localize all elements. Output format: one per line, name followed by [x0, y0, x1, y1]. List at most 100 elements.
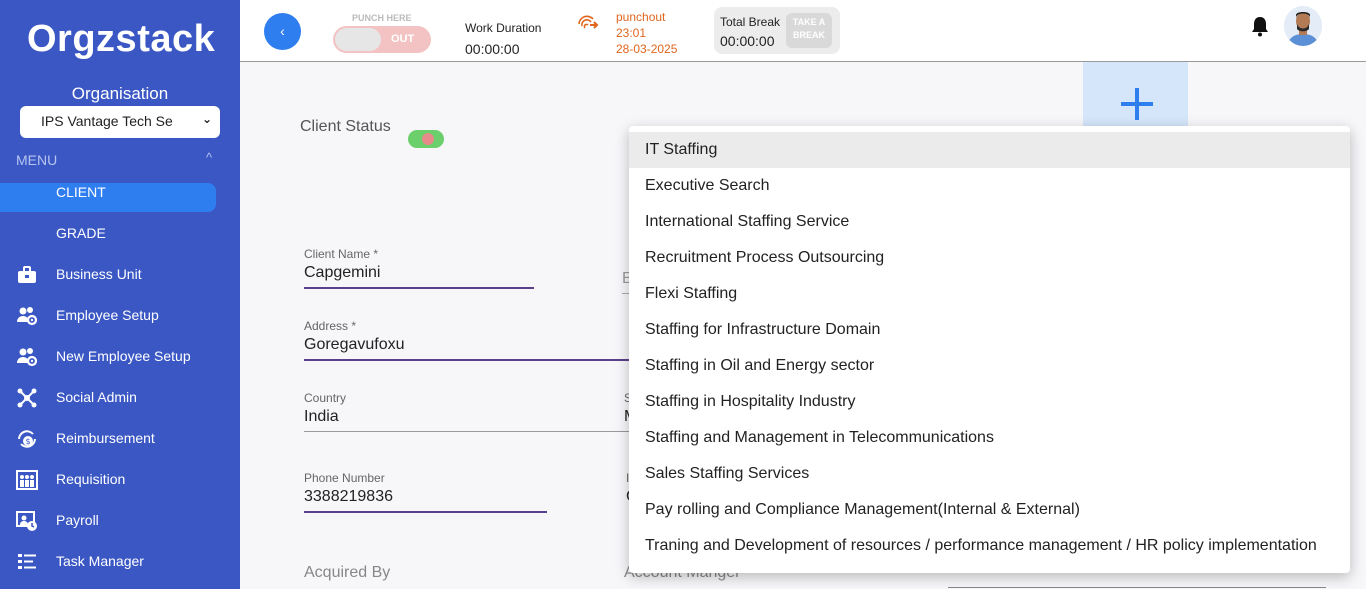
sidebar-item-new-employee-setup[interactable]: New Employee Setup	[0, 342, 216, 371]
sidebar-item-social-admin[interactable]: Social Admin	[0, 383, 216, 412]
organisation-select-value: IPS Vantage Tech Se	[41, 113, 173, 129]
svg-text:$: $	[25, 437, 30, 446]
user-avatar-icon	[1284, 6, 1322, 46]
field-underline	[304, 287, 534, 289]
sidebar-item-label: Reimbursement	[56, 430, 155, 446]
dropdown-option[interactable]: Executive Search	[629, 168, 1350, 204]
dropdown-option[interactable]: Staffing for Infrastructure Domain	[629, 312, 1350, 348]
add-client-button[interactable]	[1083, 62, 1188, 132]
dropdown-option-label: Staffing and Management in Telecommunica…	[645, 429, 994, 446]
client-name-field[interactable]: Client Name * Capgemini	[304, 247, 534, 295]
users-gear-icon	[17, 307, 38, 326]
dropdown-option-label: Recruitment Process Outsourcing	[645, 249, 885, 266]
dropdown-option-label: Staffing in Oil and Energy sector	[645, 357, 875, 374]
menu-section-label: MENU	[16, 152, 58, 168]
sidebar-item-task-manager[interactable]: Task Manager	[0, 547, 216, 576]
task-list-icon	[18, 554, 36, 569]
sidebar-item-label: Business Unit	[56, 266, 142, 282]
sidebar-item-label: Employee Setup	[56, 307, 159, 323]
people-board-icon	[16, 470, 38, 490]
phone-number-label: Phone Number	[304, 471, 385, 485]
work-duration-label: Work Duration	[465, 21, 542, 35]
dropdown-option-label: Sales Staffing Services	[645, 465, 810, 482]
sidebar-item-label: Requisition	[56, 471, 126, 487]
field-underline	[304, 431, 630, 432]
briefcase-icon	[18, 266, 36, 283]
dropdown-option-label: IT Staffing	[645, 141, 718, 158]
sidebar-item-label: Task Manager	[56, 553, 144, 569]
client-status-toggle[interactable]	[408, 130, 444, 148]
plus-icon	[1121, 88, 1153, 120]
avatar[interactable]	[1284, 6, 1322, 46]
chevron-down-icon: ⌄	[201, 112, 212, 126]
users-gear-icon	[17, 348, 38, 367]
sidebar-item-label: New Employee Setup	[56, 348, 191, 364]
punch-toggle-text: OUT	[391, 33, 415, 45]
bell-icon[interactable]	[1250, 15, 1270, 37]
dropdown-option[interactable]: Pay rolling and Compliance Management(In…	[629, 492, 1350, 528]
sidebar: Orgzstack Organisation IPS Vantage Tech …	[0, 0, 240, 589]
take-break-button[interactable]: TAKE A BREAK	[786, 13, 832, 48]
acquired-by-label: Acquired By	[304, 564, 391, 581]
money-cycle-icon: $	[18, 430, 36, 448]
punchout-label: punchout	[616, 10, 666, 24]
address-field[interactable]: Address * Goregavufoxu	[304, 319, 630, 367]
total-break-panel: Total Break 00:00:00 TAKE A BREAK	[714, 7, 840, 54]
punchout-date: 28-03-2025	[616, 42, 678, 56]
sidebar-item-requisition[interactable]: Requisition	[0, 465, 216, 494]
dropdown-option-label: Staffing for Infrastructure Domain	[645, 321, 881, 338]
dropdown-option[interactable]: Staffing in Hospitality Industry	[629, 384, 1350, 420]
fingerprint-icon	[578, 15, 599, 29]
total-break-value: 00:00:00	[720, 33, 775, 49]
country-label: Country	[304, 391, 347, 405]
punchout-time: 23:01	[616, 26, 647, 40]
network-icon	[17, 388, 37, 408]
client-type-dropdown-menu: IT Staffing Executive Search Internation…	[629, 126, 1350, 573]
dropdown-option-label: Staffing in Hospitality Industry	[645, 393, 856, 410]
app-logo: Orgzstack	[27, 18, 216, 60]
client-name-label: Client Name *	[304, 247, 379, 261]
organisation-select[interactable]: IPS Vantage Tech Se ⌄	[20, 106, 220, 138]
dropdown-option[interactable]: Staffing in Oil and Energy sector	[629, 348, 1350, 384]
sidebar-item-label: CLIENT	[56, 184, 106, 200]
dropdown-option-label: International Staffing Service	[645, 213, 850, 230]
dropdown-option[interactable]: IT Staffing	[629, 132, 1350, 168]
chevron-up-icon[interactable]: ^	[206, 150, 212, 165]
phone-number-value: 3388219836	[304, 488, 393, 505]
client-name-value: Capgemini	[304, 264, 381, 281]
phone-number-field[interactable]: Phone Number 3388219836	[304, 471, 547, 519]
sidebar-item-employee-setup[interactable]: Employee Setup	[0, 301, 216, 330]
sidebar-item-business-unit[interactable]: Business Unit	[0, 260, 216, 289]
dropdown-option[interactable]: Sales Staffing Services	[629, 456, 1350, 492]
dropdown-option[interactable]: International Staffing Service	[629, 204, 1350, 240]
dropdown-option-label: Executive Search	[645, 177, 770, 194]
dropdown-option-label: Flexi Staffing	[645, 285, 738, 302]
field-underline	[304, 359, 630, 361]
sidebar-item-reimbursement[interactable]: $ Reimbursement	[0, 424, 216, 453]
punch-toggle[interactable]: OUT	[333, 26, 431, 53]
acquired-by-field[interactable]: Acquired By	[304, 564, 504, 589]
sidebar-item-label: Payroll	[56, 512, 99, 528]
country-value: India	[304, 408, 339, 425]
sidebar-item-label: GRADE	[56, 225, 106, 241]
client-status-label: Client Status	[300, 118, 391, 135]
sidebar-item-client[interactable]: CLIENT	[0, 183, 216, 212]
dropdown-option[interactable]: Recruitment Process Outsourcing	[629, 240, 1350, 276]
dropdown-option-label: Pay rolling and Compliance Management(In…	[645, 501, 1080, 518]
work-duration-value: 00:00:00	[465, 41, 520, 57]
field-underline	[948, 587, 1326, 588]
collapse-sidebar-button[interactable]: ‹	[264, 13, 301, 50]
address-label: Address *	[304, 319, 357, 333]
dropdown-option[interactable]: Staffing and Management in Telecommunica…	[629, 420, 1350, 456]
field-underline	[304, 511, 547, 513]
punch-here-label: PUNCH HERE	[352, 13, 412, 23]
country-field[interactable]: Country India	[304, 391, 630, 439]
organisation-label: Organisation	[71, 84, 169, 103]
top-bar: ‹ PUNCH HERE OUT Work Duration 00:00:00 …	[240, 0, 1366, 62]
sidebar-item-grade[interactable]: GRADE	[0, 219, 216, 248]
dropdown-option-label: Traning and Development of resources / p…	[645, 537, 1317, 554]
dropdown-option[interactable]: Flexi Staffing	[629, 276, 1350, 312]
punch-toggle-knob	[335, 28, 381, 51]
dropdown-option[interactable]: Traning and Development of resources / p…	[629, 528, 1350, 564]
sidebar-item-payroll[interactable]: Payroll	[0, 506, 216, 535]
